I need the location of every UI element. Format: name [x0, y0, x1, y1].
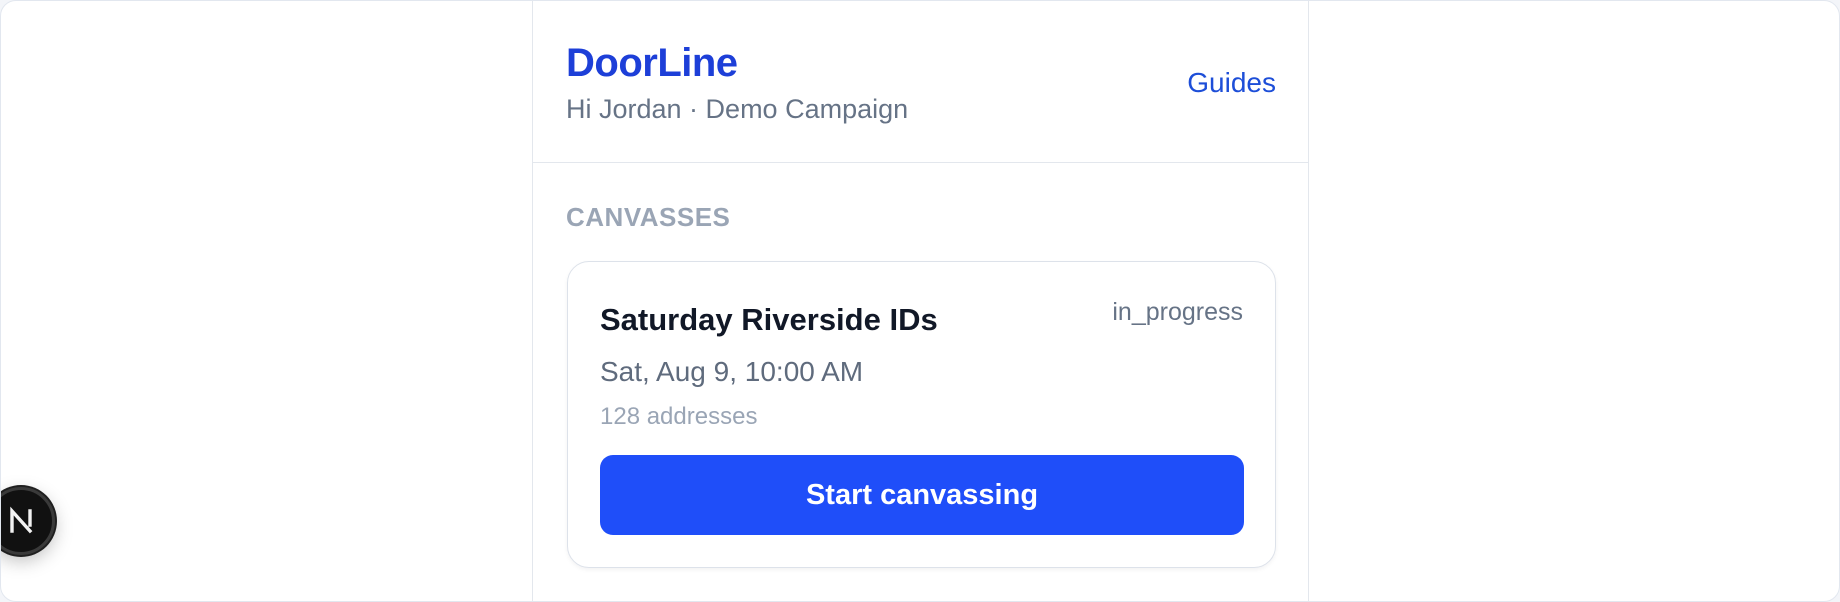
address-count: 128 addresses [600, 403, 758, 430]
start-canvassing-button[interactable]: Start canvassing [600, 455, 1244, 535]
app-window: DoorLine Hi Jordan · Demo Campaign Guide… [0, 0, 1840, 602]
guides-link[interactable]: Guides [1187, 67, 1276, 99]
app-header: DoorLine Hi Jordan · Demo Campaign Guide… [533, 1, 1308, 163]
canvasses-section-label: CANVASSES [566, 202, 731, 232]
canvass-title: Saturday Riverside IDs [600, 302, 938, 337]
canvass-card: Saturday Riverside IDs in_progress Sat, … [567, 261, 1276, 568]
canvass-date: Sat, Aug 9, 10:00 AM [600, 356, 864, 387]
user-campaign-subtitle: Hi Jordan · Demo Campaign [566, 94, 909, 124]
brand-title: DoorLine [566, 41, 738, 85]
nextjs-dev-badge[interactable] [1, 487, 55, 555]
main-column: DoorLine Hi Jordan · Demo Campaign Guide… [532, 1, 1309, 601]
status-badge: in_progress [1112, 298, 1243, 326]
nextjs-n-icon [4, 504, 38, 538]
